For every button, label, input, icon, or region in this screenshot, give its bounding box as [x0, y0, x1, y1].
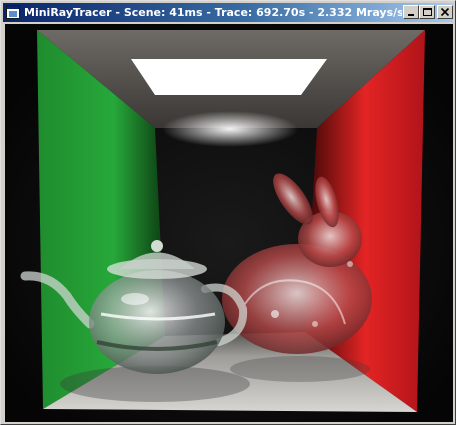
render-viewport: [5, 24, 453, 422]
app-window-icon[interactable]: [6, 5, 20, 19]
app-window: MiniRayTracer - Scene: 41ms - Trace: 692…: [0, 0, 456, 425]
maximize-button[interactable]: [419, 5, 435, 19]
light-reflection: [162, 111, 298, 147]
ceiling-light: [131, 59, 327, 95]
maximize-icon: [423, 8, 432, 16]
minimize-icon: [408, 14, 414, 16]
window-title: MiniRayTracer - Scene: 41ms - Trace: 692…: [24, 6, 402, 19]
cornell-box-render: [5, 24, 453, 422]
close-icon: [440, 7, 450, 17]
minimize-button[interactable]: [403, 5, 419, 19]
title-bar[interactable]: MiniRayTracer - Scene: 41ms - Trace: 692…: [3, 3, 453, 22]
close-button[interactable]: [437, 5, 453, 19]
